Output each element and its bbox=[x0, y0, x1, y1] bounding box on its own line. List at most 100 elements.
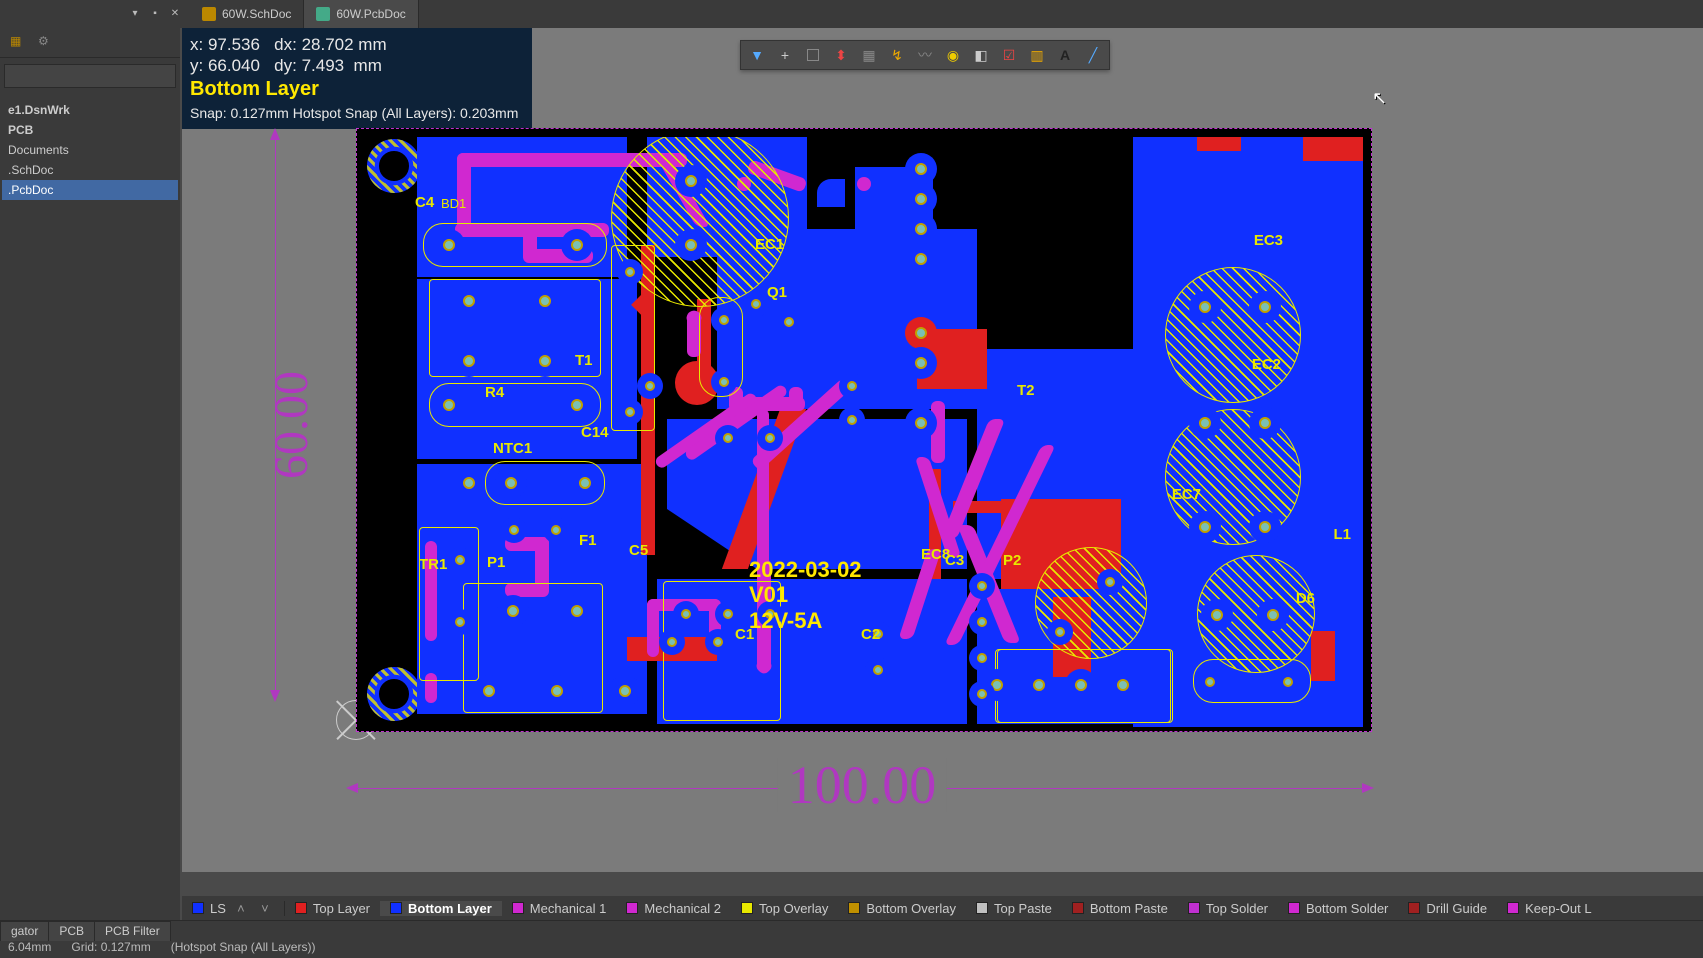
project-panel: ▦ ⚙ e1.DsnWrkPCBDocuments.SchDoc.PcbDoc bbox=[0, 28, 180, 920]
active-bar: ▼ + ⬍ ▦ ↯ 〰 ◉ ◧ ☑ ▥ A ╱ bbox=[740, 40, 1110, 70]
close-icon[interactable]: ✕ bbox=[168, 7, 182, 21]
layer-label: Bottom Paste bbox=[1090, 901, 1168, 916]
dimension-horizontal: 100.00 bbox=[352, 758, 1372, 818]
layer-swatch bbox=[1288, 902, 1300, 914]
panel-tab[interactable]: gator bbox=[0, 921, 49, 941]
designator: TR1 bbox=[419, 557, 447, 572]
layer-swatch bbox=[295, 902, 307, 914]
designator: T1 bbox=[575, 353, 593, 368]
designator: NTC1 bbox=[493, 441, 532, 456]
tree-item[interactable]: Documents bbox=[2, 140, 178, 160]
designator: C14 bbox=[581, 425, 609, 440]
layer-tabs-bar: LS ˄ ˅ Top Layer Bottom Layer Mechanical 1… bbox=[182, 896, 1703, 920]
layer-swatch bbox=[626, 902, 638, 914]
layer-label: Top Overlay bbox=[759, 901, 828, 916]
designator: BD1 bbox=[441, 197, 466, 210]
layer-swatch bbox=[512, 902, 524, 914]
layer-tab[interactable]: Top Solder bbox=[1178, 901, 1278, 916]
layer-tab[interactable]: Mechanical 1 bbox=[502, 901, 617, 916]
layer-tab[interactable]: Bottom Paste bbox=[1062, 901, 1178, 916]
board-text: 2022-03-02 V01 12V-5A bbox=[749, 557, 862, 633]
layer-label: Top Layer bbox=[313, 901, 370, 916]
folder-icon[interactable]: ▦ bbox=[10, 34, 26, 50]
highlight-icon[interactable]: ◉ bbox=[939, 43, 967, 67]
route-icon[interactable]: ↯ bbox=[883, 43, 911, 67]
grid-icon[interactable]: ▦ bbox=[855, 43, 883, 67]
designator: F1 bbox=[579, 533, 597, 548]
layer-label: Drill Guide bbox=[1426, 901, 1487, 916]
designator: EC3 bbox=[1254, 233, 1283, 248]
schematic-icon bbox=[202, 7, 216, 21]
layer-tab[interactable]: Keep-Out L bbox=[1497, 901, 1602, 916]
layer-tab[interactable]: Drill Guide bbox=[1398, 901, 1497, 916]
layer-swatch bbox=[741, 902, 753, 914]
panel-tab[interactable]: PCB bbox=[48, 921, 95, 941]
layer-set-label: LS bbox=[210, 901, 226, 916]
layer-label: Bottom Solder bbox=[1306, 901, 1388, 916]
layer-swatch bbox=[1507, 902, 1519, 914]
layer-label: Mechanical 1 bbox=[530, 901, 607, 916]
gear-icon[interactable]: ⚙ bbox=[38, 34, 54, 50]
pcb-icon bbox=[316, 7, 330, 21]
layer-swatch bbox=[848, 902, 860, 914]
layer-tab[interactable]: Bottom Solder bbox=[1278, 901, 1398, 916]
search-input[interactable] bbox=[4, 64, 176, 88]
designator: EC7 bbox=[1172, 487, 1201, 502]
tab-pcbdoc[interactable]: 60W.PcbDoc bbox=[304, 0, 418, 28]
layer-swatch bbox=[192, 902, 204, 914]
tree-item[interactable]: .PcbDoc bbox=[2, 180, 178, 200]
layer-tab[interactable]: Top Overlay bbox=[731, 901, 838, 916]
pin-icon[interactable]: ▪ bbox=[148, 7, 162, 21]
pcb-editor-canvas[interactable]: x: 97.536 dx: 28.702 mm y: 66.040 dy: 7.… bbox=[182, 28, 1703, 872]
color-icon[interactable]: ◧ bbox=[967, 43, 995, 67]
select-icon[interactable] bbox=[799, 43, 827, 67]
designator: EC2 bbox=[1252, 357, 1281, 372]
designator: D6 bbox=[1296, 591, 1315, 606]
heads-up-display: x: 97.536 dx: 28.702 mm y: 66.040 dy: 7.… bbox=[182, 28, 532, 129]
layer-tab[interactable]: Mechanical 2 bbox=[616, 901, 731, 916]
chevron-down-icon[interactable]: ˅ bbox=[256, 901, 274, 916]
text-icon[interactable]: A bbox=[1051, 43, 1079, 67]
designator: R4 bbox=[485, 385, 504, 400]
layer-swatch bbox=[390, 902, 402, 914]
layer-label: Bottom Layer bbox=[408, 901, 492, 916]
designator: P1 bbox=[487, 555, 505, 570]
layer-swatch bbox=[1072, 902, 1084, 914]
designator: L1 bbox=[1333, 527, 1351, 542]
line-icon[interactable]: ╱ bbox=[1079, 43, 1107, 67]
designator: C5 bbox=[629, 543, 648, 558]
layer-tab[interactable]: Bottom Layer bbox=[380, 901, 502, 916]
status-coord: 6.04mm bbox=[8, 940, 51, 958]
tree-item[interactable]: e1.DsnWrk bbox=[2, 100, 178, 120]
layer-swatch bbox=[976, 902, 988, 914]
measure-icon[interactable]: 〰 bbox=[911, 43, 939, 67]
designator: C4 bbox=[415, 195, 434, 210]
filter-icon[interactable]: ▼ bbox=[743, 43, 771, 67]
layer-label: Top Paste bbox=[994, 901, 1052, 916]
tab-schdoc[interactable]: 60W.SchDoc bbox=[190, 0, 304, 28]
layer-tab[interactable]: Bottom Overlay bbox=[838, 901, 966, 916]
layer-label: Mechanical 2 bbox=[644, 901, 721, 916]
designator: Q1 bbox=[767, 285, 787, 300]
status-grid: Grid: 0.127mm bbox=[71, 940, 150, 958]
tab-label: 60W.SchDoc bbox=[222, 7, 291, 21]
designator: T2 bbox=[1017, 383, 1035, 398]
chevron-up-icon[interactable]: ˄ bbox=[232, 901, 250, 916]
layer-tab[interactable]: Top Paste bbox=[966, 901, 1062, 916]
layer-label: Top Solder bbox=[1206, 901, 1268, 916]
plus-icon[interactable]: + bbox=[771, 43, 799, 67]
status-snap: (Hotspot Snap (All Layers)) bbox=[171, 940, 316, 958]
designator: P2 bbox=[1003, 553, 1021, 568]
layer-swatch bbox=[1188, 902, 1200, 914]
dimension-vertical: 60.00 bbox=[248, 128, 282, 722]
chart-icon[interactable]: ▥ bbox=[1023, 43, 1051, 67]
tree-item[interactable]: .SchDoc bbox=[2, 160, 178, 180]
pcb-board[interactable]: C4 BD1 EC1 Q1 T1 NTC1 TR1 P1 F1 R4 C5 C1… bbox=[356, 128, 1372, 732]
align-icon[interactable]: ⬍ bbox=[827, 43, 855, 67]
check-icon[interactable]: ☑ bbox=[995, 43, 1023, 67]
designator: EC8 bbox=[921, 547, 950, 562]
dropdown-icon[interactable]: ▾ bbox=[128, 7, 142, 21]
layer-tab[interactable]: Top Layer bbox=[285, 901, 380, 916]
tree-item[interactable]: PCB bbox=[2, 120, 178, 140]
panel-tab[interactable]: PCB Filter bbox=[94, 921, 171, 941]
